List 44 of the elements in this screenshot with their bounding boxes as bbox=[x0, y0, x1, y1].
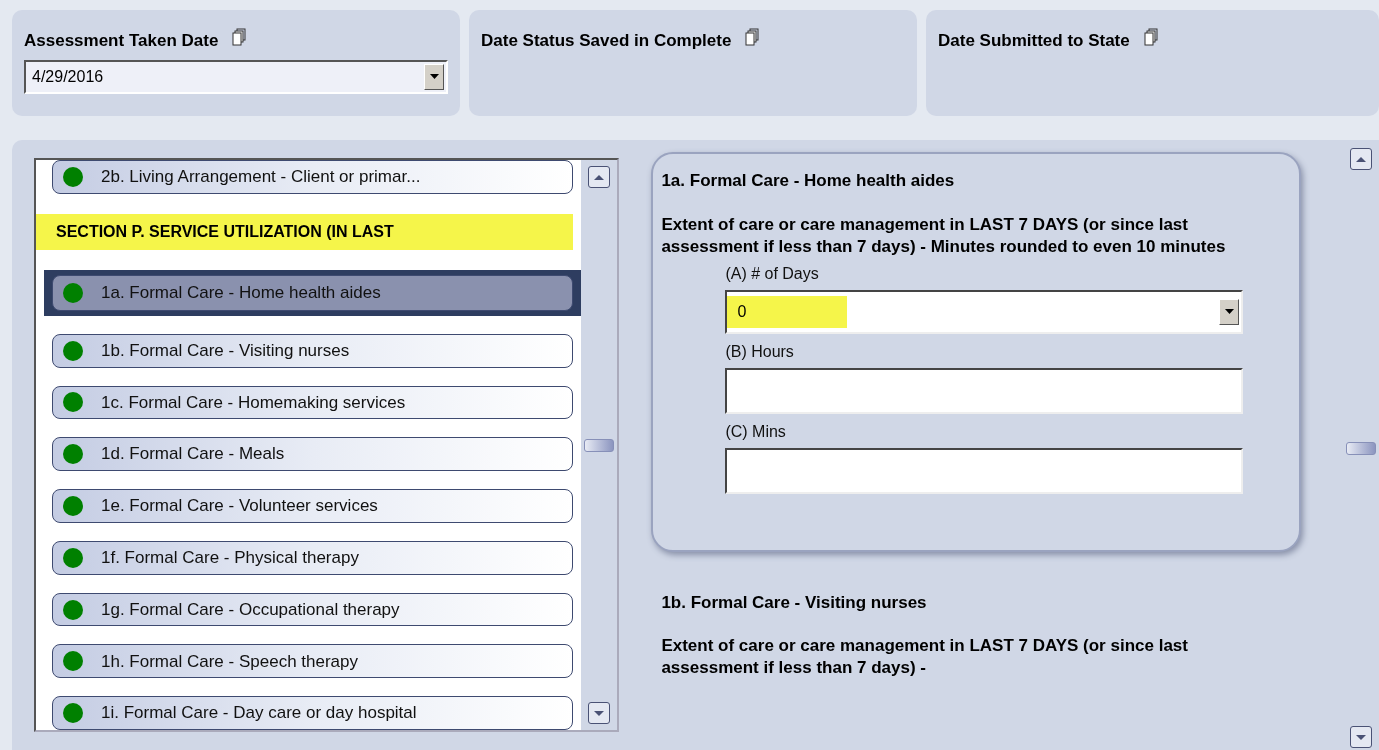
scroll-down-button[interactable] bbox=[588, 702, 611, 724]
copy-icon[interactable] bbox=[232, 28, 247, 46]
dropdown-button[interactable] bbox=[1219, 298, 1240, 325]
scroll-up-button[interactable] bbox=[1350, 148, 1373, 170]
scroll-thumb[interactable] bbox=[1346, 441, 1377, 455]
days-dropdown[interactable]: 0 bbox=[725, 289, 1244, 334]
field-label: (B) Hours bbox=[725, 341, 795, 362]
copy-icon[interactable] bbox=[745, 28, 760, 46]
nav-item[interactable]: 1c. Formal Care - Homemaking services bbox=[52, 385, 574, 420]
dropdown-button[interactable] bbox=[424, 63, 444, 90]
input-field[interactable] bbox=[725, 367, 1244, 414]
down-arrow-icon bbox=[594, 710, 605, 716]
input-field[interactable] bbox=[725, 447, 1244, 494]
down-arrow-icon bbox=[1356, 734, 1367, 740]
field-label: (A) # of Days bbox=[725, 263, 820, 284]
nav-item[interactable]: 1a. Formal Care - Home health aides bbox=[52, 274, 574, 311]
nav-item[interactable]: 1g. Formal Care - Occupational therapy bbox=[52, 592, 574, 627]
nav-item[interactable]: 1i. Formal Care - Day care or day hospital bbox=[52, 696, 574, 730]
date-dropdown[interactable]: 4/29/2016 bbox=[24, 59, 448, 94]
up-arrow-icon bbox=[594, 174, 605, 180]
field-label: Date Status Saved in Complete bbox=[481, 30, 732, 52]
nav-item[interactable]: 1d. Formal Care - Meals bbox=[52, 437, 574, 472]
section-header: SECTION P. SERVICE UTILIZATION (IN LAST bbox=[36, 213, 574, 250]
nav-item[interactable]: 1b. Formal Care - Visiting nurses bbox=[52, 333, 574, 368]
date-value: 4/29/2016 bbox=[32, 66, 105, 87]
scroll-down-button[interactable] bbox=[1350, 726, 1373, 748]
nav-item[interactable]: 1e. Formal Care - Volunteer services bbox=[52, 489, 574, 523]
scroll-thumb[interactable] bbox=[584, 438, 615, 452]
nav-item[interactable]: 1h. Formal Care - Speech therapy bbox=[52, 644, 574, 679]
caret-icon bbox=[429, 74, 439, 79]
field-label: Assessment Taken Date bbox=[24, 30, 219, 52]
question-prompt: Extent of care or care management in LAST 7 DAYS (or since last assessment if less than 7 days) - Minutes rounded to even 10 minutes bbox=[661, 213, 1227, 258]
caret-icon bbox=[1224, 309, 1234, 314]
field-label: (C) Mins bbox=[725, 421, 787, 442]
copy-icon[interactable] bbox=[1143, 28, 1158, 46]
question-title: 1a. Formal Care - Home health aides bbox=[661, 170, 956, 192]
nav-item[interactable]: 1f. Formal Care - Physical therapy bbox=[52, 540, 574, 575]
question-title: 1b. Formal Care - Visiting nurses bbox=[661, 591, 928, 614]
field-label: Date Submitted to State bbox=[938, 30, 1130, 52]
nav-item[interactable]: 2b. Living Arrangement - Client or primar... bbox=[52, 160, 574, 194]
up-arrow-icon bbox=[1356, 156, 1367, 162]
field-value: 0 bbox=[727, 295, 848, 328]
question-prompt: Extent of care or care management in LAST 7 DAYS (or since last assessment if less than 7 days) - bbox=[661, 635, 1189, 679]
scroll-up-button[interactable] bbox=[588, 166, 611, 188]
